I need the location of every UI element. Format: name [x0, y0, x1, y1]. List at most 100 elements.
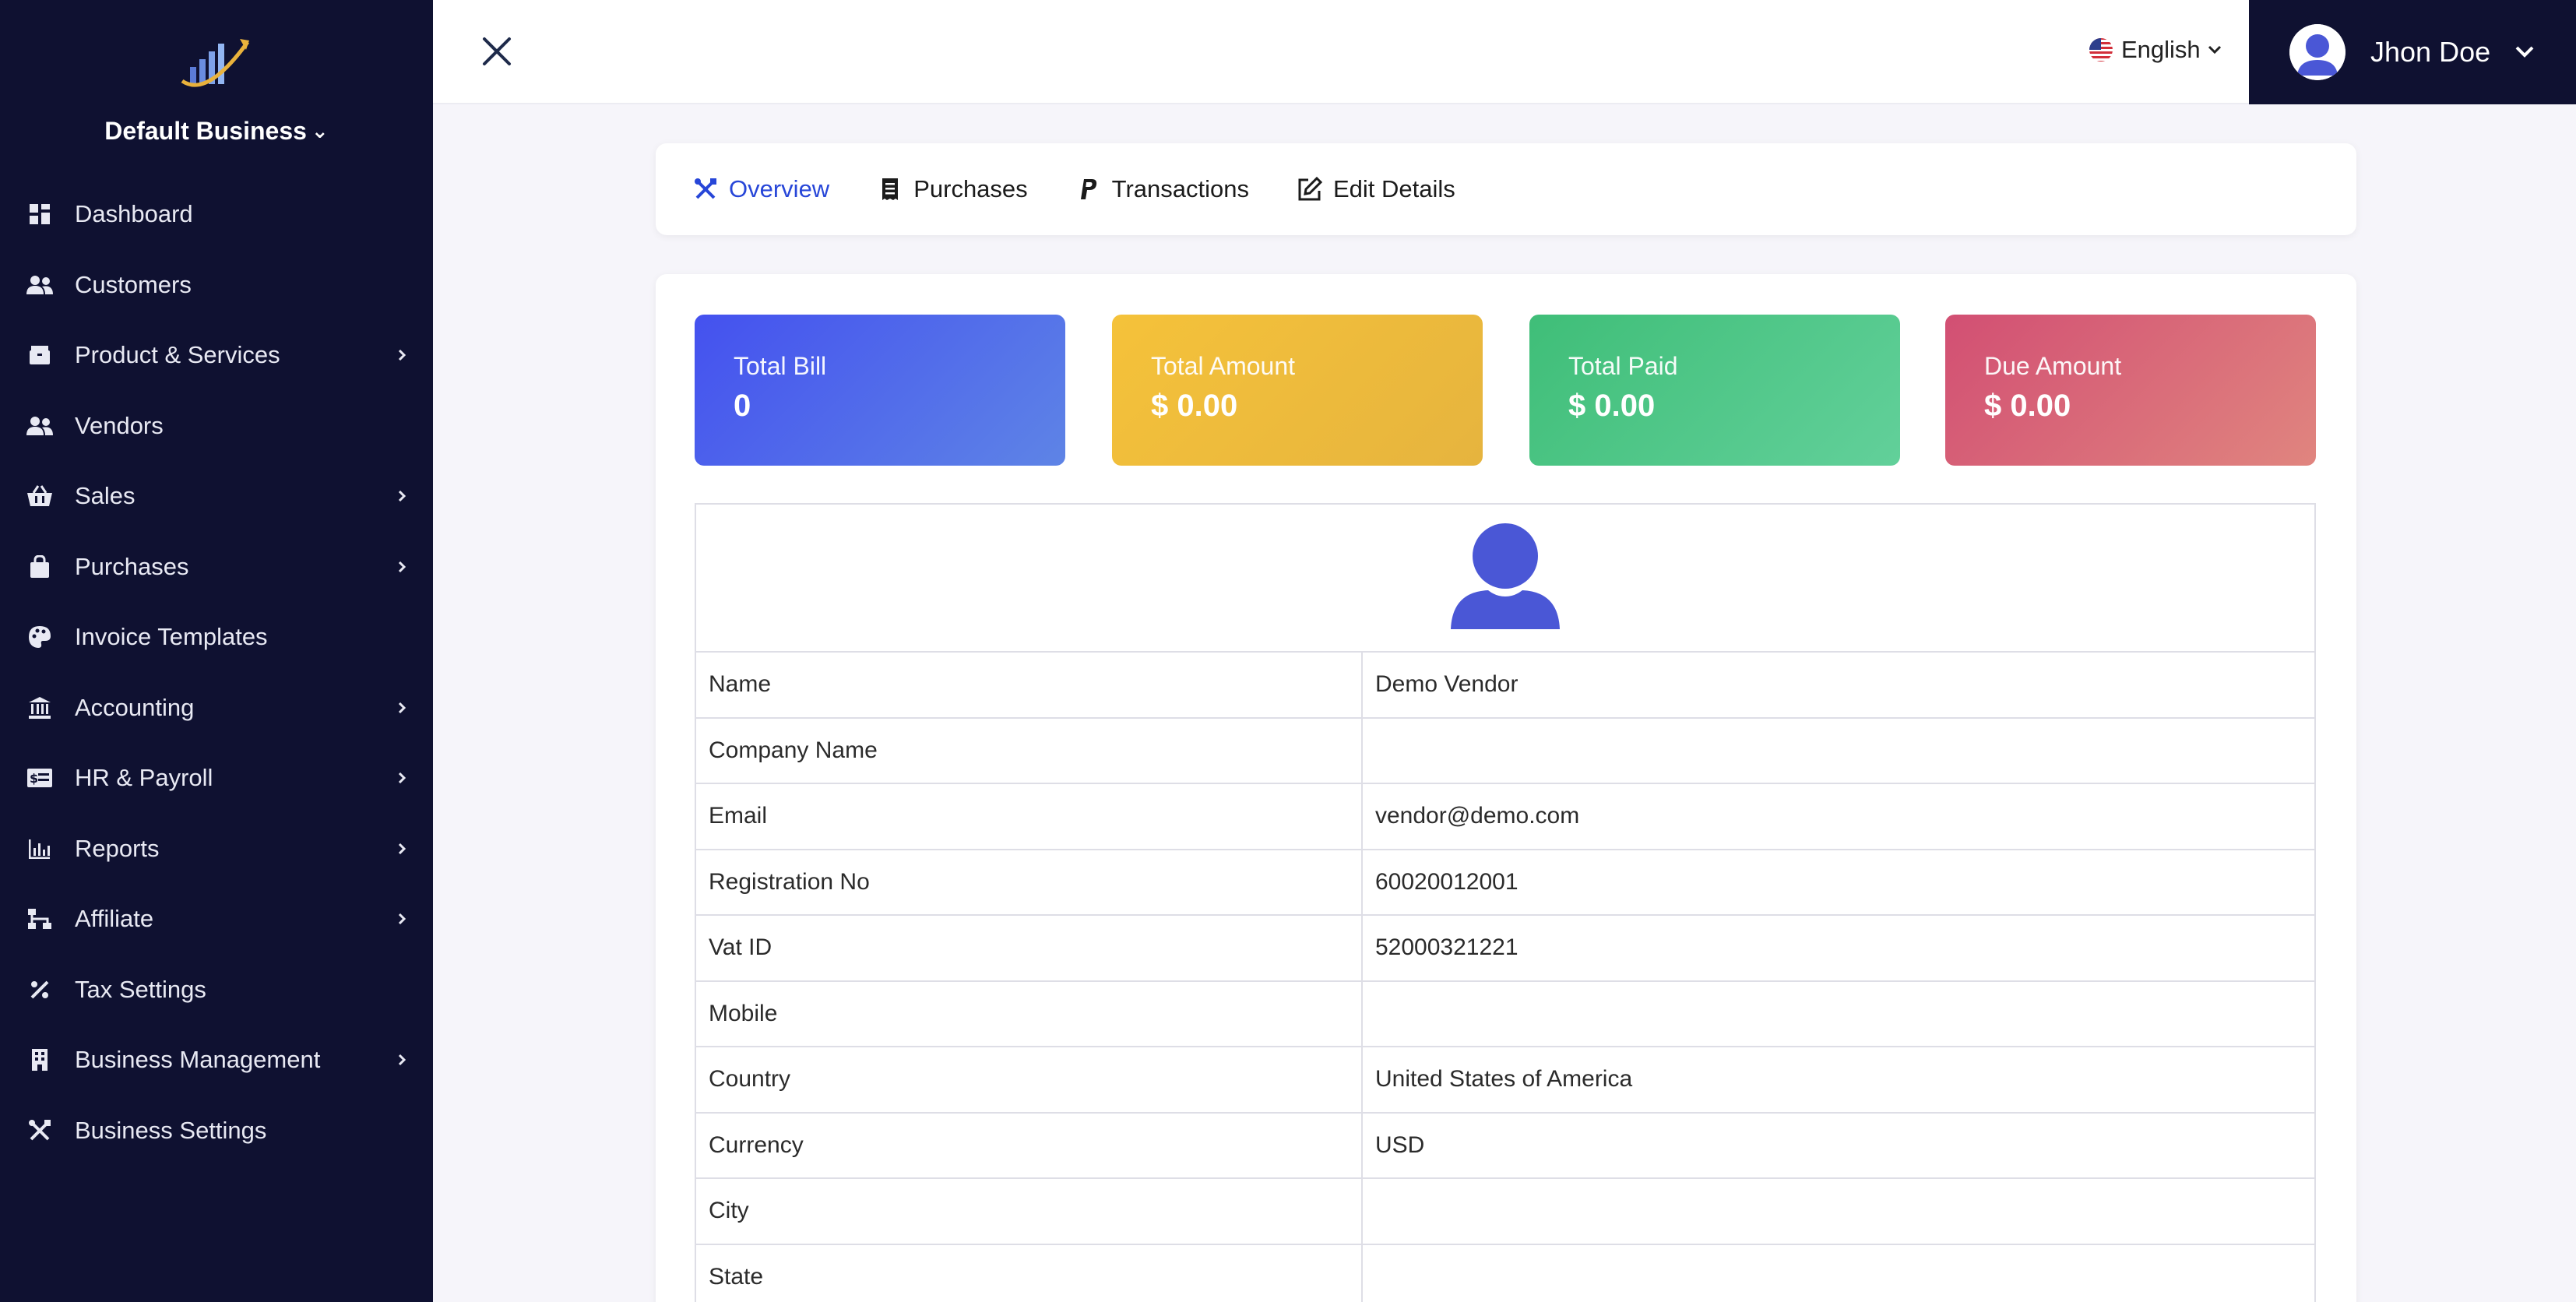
vendor-tabs: Overview Purchases Transactions Edit Det… [656, 143, 2356, 235]
stat-label: Due Amount [1984, 352, 2122, 380]
user-avatar-icon [1451, 523, 1560, 629]
paypal-icon [1076, 177, 1101, 202]
vendor-details-table: Name Demo Vendor Company Name Email vend… [695, 503, 2316, 1302]
sidebar-item-label: Invoice Templates [75, 623, 268, 651]
bag-icon [26, 554, 53, 580]
sidebar-item-label: Accounting [75, 693, 195, 721]
profile-photo-cell [695, 503, 2316, 653]
detail-label: Currency [695, 1111, 1363, 1179]
sidebar-item-dashboard[interactable]: Dashboard [0, 179, 433, 250]
detail-label: Company Name [695, 716, 1363, 784]
detail-value [1361, 716, 2316, 784]
detail-label: Name [695, 651, 1363, 719]
stat-total-bill: Total Bill 0 [695, 315, 1065, 466]
language-selector[interactable]: English [2089, 34, 2222, 65]
sidebar-item-affiliate[interactable]: Affiliate [0, 884, 433, 955]
sidebar-item-invoice-templates[interactable]: Invoice Templates [0, 602, 433, 673]
detail-label: Registration No [695, 848, 1363, 916]
table-row: Company Name [695, 716, 2316, 784]
tab-label: Purchases [913, 175, 1028, 202]
chevron-right-icon [398, 350, 406, 361]
detail-value [1361, 1177, 2316, 1245]
sidebar-item-label: Reports [75, 834, 160, 862]
tab-transactions[interactable]: Transactions [1076, 175, 1249, 203]
percent-icon [26, 976, 53, 1003]
stat-value: $ 0.00 [1151, 389, 1238, 423]
table-row: Currency USD [695, 1111, 2316, 1179]
stat-label: Total Amount [1151, 352, 1295, 380]
dashboard-icon [26, 201, 53, 227]
language-label: English [2121, 36, 2201, 63]
sidebar-item-vendors[interactable]: Vendors [0, 391, 433, 462]
user-menu[interactable]: Jhon Doe [2249, 0, 2576, 104]
close-icon[interactable] [480, 34, 514, 69]
sidebar-item-label: Sales [75, 482, 135, 510]
logo-icon[interactable] [176, 33, 254, 100]
sidebar: Default Business ⌄ Dashboard Customers Pr… [0, 0, 433, 1302]
stat-value: $ 0.00 [1984, 389, 2071, 423]
detail-value: United States of America [1361, 1046, 2316, 1114]
detail-label: Vat ID [695, 914, 1363, 982]
chevron-right-icon [398, 491, 406, 502]
sidebar-item-tax-settings[interactable]: Tax Settings [0, 955, 433, 1026]
user-name: Jhon Doe [2370, 36, 2491, 68]
chart-icon [26, 836, 53, 862]
box-icon [26, 342, 53, 368]
sidebar-item-label: Customers [75, 270, 192, 298]
stat-due-amount: Due Amount $ 0.00 [1945, 315, 2316, 466]
table-row: Email vendor@demo.com [695, 783, 2316, 850]
table-row: State [695, 1243, 2316, 1302]
detail-value: USD [1361, 1111, 2316, 1179]
stat-label: Total Paid [1568, 352, 1678, 380]
detail-label: Country [695, 1046, 1363, 1114]
table-row: Country United States of America [695, 1046, 2316, 1114]
users-icon [26, 413, 53, 439]
table-row: City [695, 1177, 2316, 1245]
chevron-right-icon [398, 702, 406, 713]
stat-total-paid: Total Paid $ 0.00 [1529, 315, 1900, 466]
chevron-right-icon [398, 1054, 406, 1066]
sidebar-item-label: Vendors [75, 411, 164, 439]
business-name: Default Business [104, 117, 307, 145]
sidebar-item-hr-payroll[interactable]: $ HR & Payroll [0, 743, 433, 814]
svg-text:$: $ [30, 771, 38, 786]
sidebar-item-accounting[interactable]: Accounting [0, 673, 433, 744]
tab-label: Overview [729, 175, 830, 202]
chevron-right-icon [398, 772, 406, 784]
table-row: Mobile [695, 980, 2316, 1047]
sidebar-item-label: Business Management [75, 1046, 321, 1074]
sidebar-item-label: Dashboard [75, 200, 193, 228]
detail-value: 60020012001 [1361, 848, 2316, 916]
detail-label: Email [695, 783, 1363, 850]
sidebar-item-customers[interactable]: Customers [0, 250, 433, 321]
us-flag-icon [2089, 38, 2113, 62]
stat-value: $ 0.00 [1568, 389, 1656, 423]
tab-edit-details[interactable]: Edit Details [1297, 175, 1455, 203]
profile-photo-row [695, 503, 2316, 653]
tab-label: Transactions [1111, 175, 1249, 202]
business-switcher[interactable]: Default Business ⌄ [0, 117, 433, 146]
tools-icon [26, 1117, 53, 1144]
tab-purchases[interactable]: Purchases [878, 175, 1028, 203]
sidebar-item-product-services[interactable]: Product & Services [0, 320, 433, 391]
tab-overview[interactable]: Overview [693, 175, 829, 203]
table-row: Registration No 60020012001 [695, 848, 2316, 916]
detail-value [1361, 1243, 2316, 1302]
table-row: Name Demo Vendor [695, 651, 2316, 719]
sidebar-item-business-settings[interactable]: Business Settings [0, 1096, 433, 1167]
vendor-overview-card: Total Bill 0 Total Amount $ 0.00 Total P… [656, 274, 2356, 1302]
sidebar-item-sales[interactable]: Sales [0, 461, 433, 532]
bank-icon [26, 695, 53, 721]
users-icon [26, 272, 53, 298]
detail-label: Mobile [695, 980, 1363, 1047]
sidebar-item-label: Purchases [75, 552, 189, 580]
sidebar-item-business-management[interactable]: Business Management [0, 1025, 433, 1096]
sidebar-item-label: Product & Services [75, 341, 280, 369]
building-icon [26, 1047, 53, 1073]
sidebar-item-purchases[interactable]: Purchases [0, 532, 433, 603]
chevron-down-icon [2208, 45, 2221, 55]
table-row: Vat ID 52000321221 [695, 914, 2316, 982]
sidebar-item-reports[interactable]: Reports [0, 814, 433, 885]
topbar: English Jhon Doe [433, 0, 2576, 104]
sidebar-item-label: HR & Payroll [75, 764, 213, 792]
